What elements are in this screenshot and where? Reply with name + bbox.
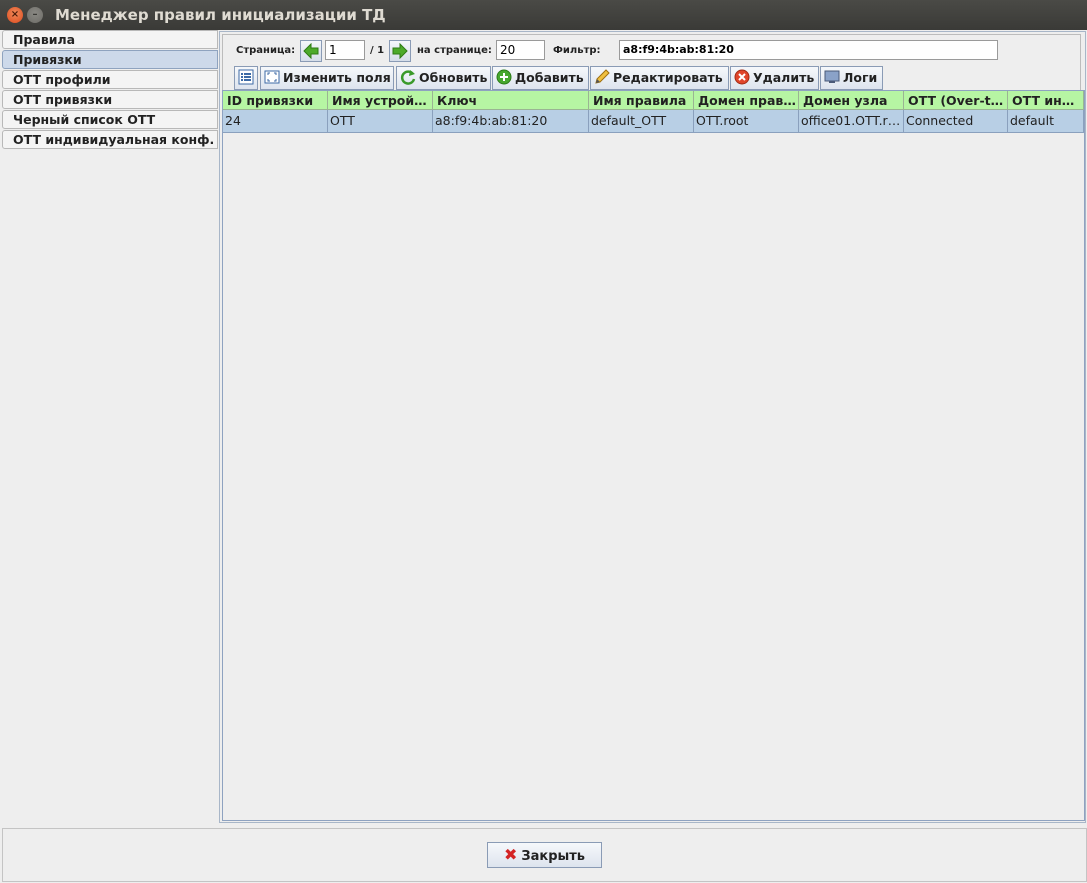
filter-input[interactable] [619, 40, 998, 60]
add-icon [496, 69, 512, 85]
page-total: / 1 [370, 45, 385, 56]
sidebar-item-bindings[interactable]: Привязки [2, 50, 218, 69]
change-fields-label: Изменить поля [283, 70, 391, 85]
prev-page-button[interactable] [300, 40, 322, 62]
sidebar-item-ott-blacklist[interactable]: Черный список OTT [2, 110, 218, 129]
filter-label: Фильтр: [553, 45, 601, 56]
sidebar-item-ott-profiles[interactable]: OTT профили [2, 70, 218, 89]
bindings-table: ID привязки Имя устрой… Ключ Имя правила… [222, 90, 1085, 821]
logs-button[interactable]: Логи [820, 66, 883, 90]
table-cell: default_OTT [589, 110, 694, 133]
table-cell: a8:f9:4b:ab:81:20 [433, 110, 589, 133]
main-panel: Страница: / 1 на странице: Фильтр: Измен… [219, 31, 1086, 823]
resize-icon [264, 69, 280, 85]
column-header[interactable]: Домен прав… [694, 91, 799, 110]
toolbar-area: Страница: / 1 на странице: Фильтр: Измен… [222, 34, 1081, 91]
table-cell: default [1008, 110, 1084, 133]
refresh-button[interactable]: Обновить [396, 66, 491, 90]
footer-bar: ✖ Закрыть [2, 828, 1087, 882]
arrow-left-icon [303, 43, 319, 59]
close-label: Закрыть [521, 849, 586, 864]
sidebar-item-ott-individual-config[interactable]: OTT индивидуальная конф. [2, 130, 218, 149]
sidebar: Правила Привязки OTT профили OTT привязк… [2, 30, 218, 150]
edit-button[interactable]: Редактировать [590, 66, 729, 90]
per-page-input[interactable] [496, 40, 545, 60]
close-button[interactable]: ✖ Закрыть [487, 842, 602, 868]
list-icon [238, 69, 254, 85]
delete-button[interactable]: Удалить [730, 66, 819, 90]
table-cell: office01.OTT.r… [799, 110, 904, 133]
column-header[interactable]: OTT ин… [1008, 91, 1084, 110]
window-close-icon[interactable]: × [7, 7, 23, 23]
logs-label: Логи [843, 70, 878, 85]
table-cell: OTT [328, 110, 433, 133]
sidebar-item-ott-bindings[interactable]: OTT привязки [2, 90, 218, 109]
table-cell: Connected [904, 110, 1008, 133]
column-header[interactable]: Имя правила [589, 91, 694, 110]
window-titlebar: × – Менеджер правил инициализации ТД [0, 0, 1087, 30]
table-cell: 24 [223, 110, 328, 133]
table-row[interactable]: 24 OTT a8:f9:4b:ab:81:20 default_OTT OTT… [223, 110, 1084, 133]
page-label: Страница: [236, 45, 296, 56]
columns-list-button[interactable] [234, 66, 258, 90]
delete-label: Удалить [753, 70, 815, 85]
column-header[interactable]: ID привязки [223, 91, 328, 110]
sidebar-item-rules[interactable]: Правила [2, 30, 218, 49]
edit-label: Редактировать [613, 70, 723, 85]
close-icon: ✖ [503, 845, 518, 864]
table-header: ID привязки Имя устрой… Ключ Имя правила… [223, 91, 1084, 110]
column-header[interactable]: Домен узла [799, 91, 904, 110]
refresh-icon [400, 69, 416, 85]
column-header[interactable]: Имя устрой… [328, 91, 433, 110]
refresh-label: Обновить [419, 70, 488, 85]
add-button[interactable]: Добавить [492, 66, 589, 90]
page-number-input[interactable] [325, 40, 365, 60]
window-minimize-icon[interactable]: – [27, 7, 43, 23]
table-cell: OTT.root [694, 110, 799, 133]
delete-icon [734, 69, 750, 85]
column-header[interactable]: Ключ [433, 91, 589, 110]
window-title: Менеджер правил инициализации ТД [55, 6, 386, 24]
monitor-icon [824, 69, 840, 85]
next-page-button[interactable] [389, 40, 411, 62]
arrow-right-icon [392, 43, 408, 59]
add-label: Добавить [515, 70, 584, 85]
column-header[interactable]: OTT (Over-t… [904, 91, 1008, 110]
pencil-icon [594, 69, 610, 85]
change-fields-button[interactable]: Изменить поля [260, 66, 394, 90]
per-page-label: на странице: [417, 45, 492, 56]
